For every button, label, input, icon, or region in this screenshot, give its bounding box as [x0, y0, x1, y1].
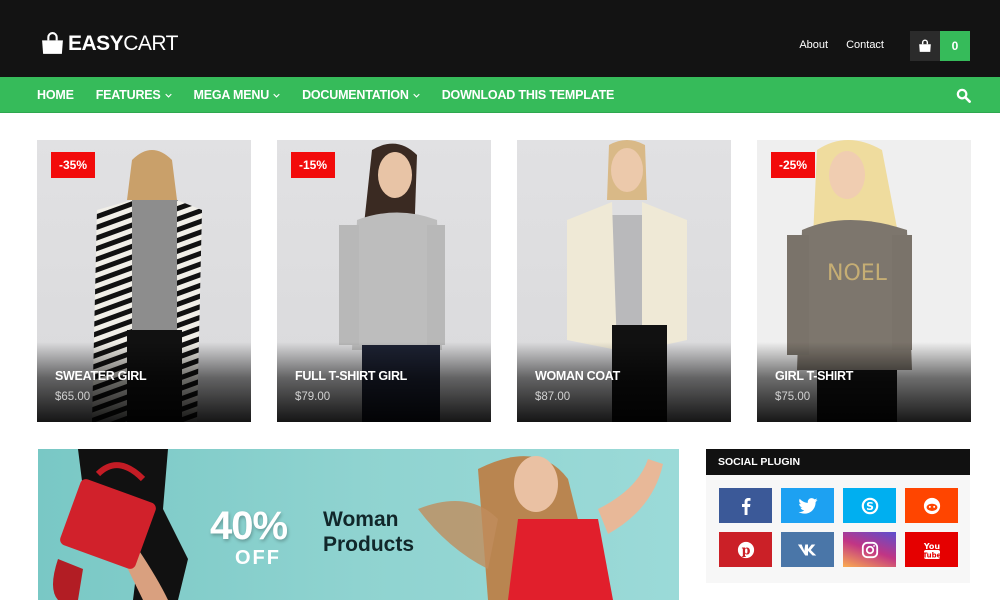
- skype-button[interactable]: S: [843, 488, 896, 523]
- svg-text:Tube: Tube: [922, 551, 941, 559]
- shopping-bag-icon: [919, 39, 931, 52]
- chevron-down-icon: [164, 93, 172, 98]
- discount-badge: -25%: [771, 152, 816, 178]
- youtube-button[interactable]: You Tube: [905, 532, 958, 567]
- social-plugin-widget: SOCIAL PLUGIN S p You Tube: [706, 449, 970, 583]
- discount-badge: -35%: [51, 152, 96, 178]
- product-card[interactable]: WOMAN COAT $87.00: [517, 140, 731, 422]
- cart-button[interactable]: 0: [910, 31, 970, 61]
- main-nav: HOME FEATURES MEGA MENU DOCUMENTATION DO…: [0, 77, 1000, 113]
- nav-home[interactable]: HOME: [37, 88, 74, 102]
- logo-text-bold: EASY: [68, 32, 124, 55]
- logo-text-light: CART: [123, 32, 178, 55]
- product-title[interactable]: FULL T-SHIRT GIRL: [295, 369, 407, 383]
- site-logo[interactable]: EASYCART: [40, 31, 178, 56]
- nav-label: MEGA MENU: [193, 88, 270, 102]
- nav-label: HOME: [37, 88, 74, 102]
- product-price: $65.00: [55, 391, 91, 403]
- youtube-icon: YouTube: [922, 542, 941, 560]
- vk-button[interactable]: [781, 532, 834, 567]
- shopping-bag-icon: [42, 32, 63, 54]
- pinterest-button[interactable]: p: [719, 532, 772, 567]
- chevron-down-icon: [413, 93, 420, 98]
- skype-icon: S: [861, 497, 878, 514]
- nav-mega-menu[interactable]: MEGA MENU: [194, 88, 281, 102]
- facebook-icon: [741, 497, 750, 515]
- product-grid: -35% SWEATER GIRL $65.00 -15% FULL T-SHI…: [37, 140, 971, 422]
- discount-badge: -15%: [291, 152, 336, 178]
- facebook-button[interactable]: [719, 488, 772, 523]
- svg-text:S: S: [866, 500, 874, 513]
- svg-text:p: p: [741, 542, 750, 557]
- banner-line-2: Products: [323, 533, 415, 556]
- search-icon[interactable]: [956, 88, 971, 103]
- chevron-down-icon: [273, 93, 280, 98]
- cart-count[interactable]: 0: [940, 31, 970, 61]
- nav-documentation[interactable]: DOCUMENTATION: [302, 88, 420, 102]
- about-link[interactable]: About: [799, 39, 828, 51]
- product-card[interactable]: -15% FULL T-SHIRT GIRL $79.00: [277, 140, 491, 422]
- nav-features[interactable]: FEATURES: [96, 88, 172, 102]
- contact-link[interactable]: Contact: [846, 39, 884, 51]
- twitter-icon: [797, 497, 818, 514]
- product-title[interactable]: SWEATER GIRL: [55, 369, 147, 383]
- pinterest-icon: p: [737, 541, 754, 558]
- product-price: $75.00: [775, 391, 811, 403]
- top-links: About Contact: [799, 39, 884, 51]
- cart-icon-box[interactable]: [910, 31, 940, 61]
- promo-banner[interactable]: 40% OFF Woman Products: [38, 449, 679, 600]
- instagram-button[interactable]: [843, 532, 896, 567]
- banner-discount: 40%: [210, 504, 288, 548]
- svg-text:NOEL: NOEL: [827, 261, 888, 286]
- nav-label: FEATURES: [95, 88, 161, 102]
- vk-icon: [797, 544, 816, 555]
- product-title[interactable]: GIRL T-SHIRT: [775, 369, 853, 383]
- banner-off: OFF: [235, 547, 281, 569]
- instagram-icon: [861, 541, 878, 558]
- widget-title: SOCIAL PLUGIN: [706, 449, 970, 475]
- product-title[interactable]: WOMAN COAT: [535, 369, 620, 383]
- reddit-button[interactable]: [905, 488, 958, 523]
- banner-headline: Woman Products: [323, 507, 414, 557]
- twitter-button[interactable]: [781, 488, 834, 523]
- svg-text:You: You: [922, 542, 940, 551]
- product-card[interactable]: NOEL -25% GIRL T-SHIRT $75.00: [757, 140, 971, 422]
- banner-line-1: Woman: [323, 508, 399, 531]
- nav-label: DOWNLOAD THIS TEMPLATE: [441, 88, 615, 102]
- product-price: $87.00: [535, 391, 571, 403]
- nav-label: DOCUMENTATION: [302, 88, 409, 102]
- reddit-icon: [923, 497, 940, 514]
- top-header: EASYCART About Contact 0: [0, 0, 1000, 77]
- product-card[interactable]: -35% SWEATER GIRL $65.00: [37, 140, 251, 422]
- nav-download-template[interactable]: DOWNLOAD THIS TEMPLATE: [441, 88, 615, 102]
- product-price: $79.00: [295, 391, 331, 403]
